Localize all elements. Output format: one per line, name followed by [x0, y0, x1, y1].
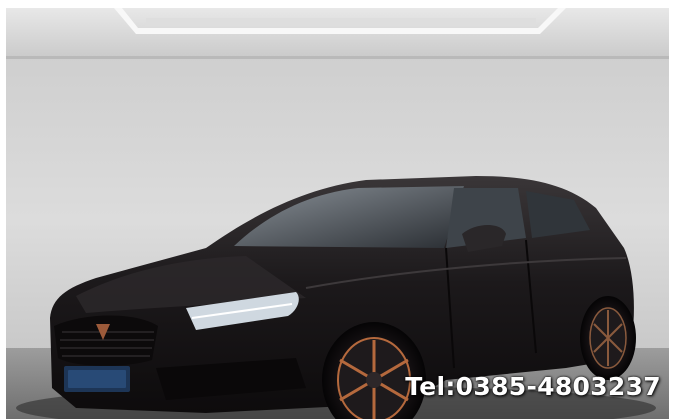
showroom-scene	[6, 8, 669, 419]
grille	[54, 315, 158, 366]
phone-number-overlay: Tel:0385-4803237	[405, 372, 661, 401]
car-photo: Tel:0385-4803237	[6, 8, 669, 419]
rear-wheel	[580, 296, 636, 380]
